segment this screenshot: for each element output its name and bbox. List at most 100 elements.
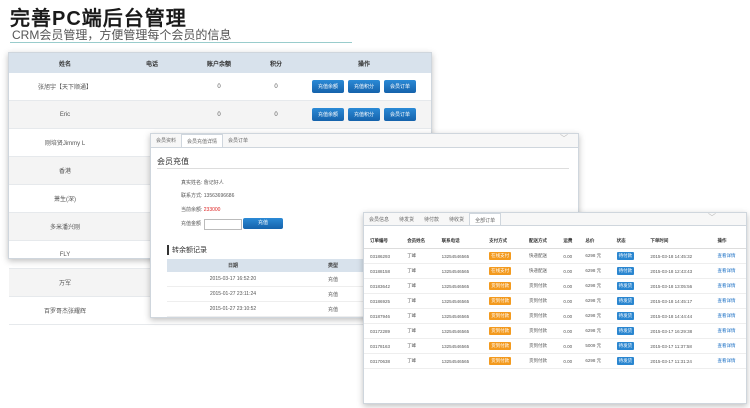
order-ship: 货到付款 bbox=[522, 278, 558, 294]
order-time: 2015-03-17 16:29:38 bbox=[644, 323, 712, 339]
order-pay: 货到付款 bbox=[483, 353, 523, 369]
view-detail-link[interactable]: 查看详情 bbox=[718, 253, 736, 258]
member-orders-button[interactable]: 会员订单 bbox=[384, 108, 417, 121]
table-row: 03172289 丁峰 13254546565 货到付款 货到付款 0.00 6298 元待… bbox=[364, 323, 746, 339]
order-col-3: 支付方式 bbox=[483, 234, 523, 249]
order-fee: 0.00 bbox=[557, 323, 580, 339]
order-name: 丁峰 bbox=[401, 338, 436, 354]
order-ship: 货到付款 bbox=[522, 323, 558, 339]
order-total: 6298 元 bbox=[579, 353, 611, 369]
order-fee: 0.00 bbox=[557, 293, 580, 309]
order-col-9: 操作 bbox=[711, 234, 746, 249]
order-time: 2015-03-18 14:45:32 bbox=[644, 248, 712, 264]
order-id: 03186925 bbox=[364, 293, 402, 309]
order-ship: 货到付款 bbox=[522, 353, 558, 369]
tab-member-profile[interactable]: 会员资料 bbox=[151, 134, 181, 147]
order-name: 丁峰 bbox=[401, 278, 436, 294]
order-col-2: 联系电话 bbox=[435, 234, 484, 249]
recharge-points-button[interactable]: 充值积分 bbox=[347, 108, 380, 121]
table-row: 03187946 丁峰 13254546565 货到付款 货到付款 0.00 6298 元待… bbox=[364, 308, 746, 324]
record-type: 充值 bbox=[299, 286, 367, 302]
member-name: 张旭宇【天下顺通】 bbox=[9, 73, 121, 101]
order-total: 6298 元 bbox=[579, 278, 611, 294]
order-name: 丁峰 bbox=[401, 248, 436, 264]
col-type: 类型 bbox=[299, 259, 367, 272]
balance-value: 233000 bbox=[203, 207, 221, 213]
col-date: 日期 bbox=[167, 259, 299, 272]
order-time: 2015-03-18 12:43:43 bbox=[644, 263, 712, 279]
status-badge: 待发货 bbox=[616, 357, 635, 365]
member-name: 香港 bbox=[9, 156, 121, 185]
col-points: 积分 bbox=[255, 53, 297, 73]
member-name: FLY bbox=[9, 240, 121, 269]
tab-recharge-detail[interactable]: 会员充值详情 bbox=[181, 134, 224, 147]
title-underline bbox=[10, 42, 352, 43]
table-row: 2015-01-27 23:10:52 充值 bbox=[167, 301, 367, 317]
order-id: 03187946 bbox=[364, 308, 402, 324]
recharge-balance-button[interactable]: 充值余额 bbox=[311, 108, 344, 121]
order-col-8: 下单时间 bbox=[644, 234, 712, 249]
order-phone: 13254546565 bbox=[435, 308, 484, 324]
table-row: 2015-01-27 23:11:24 充值 bbox=[167, 286, 367, 302]
order-op: 查看详情 bbox=[711, 248, 746, 264]
amount-label: 充值金额 bbox=[181, 221, 202, 227]
order-id: 03188158 bbox=[364, 263, 402, 279]
current-balance: 当前余额: 233000 bbox=[181, 206, 220, 213]
pay-badge: 货到付款 bbox=[489, 297, 512, 305]
order-col-1: 会员姓名 bbox=[401, 234, 436, 249]
view-detail-link[interactable]: 查看详情 bbox=[718, 268, 736, 273]
status-badge: 待发货 bbox=[616, 342, 635, 350]
amount-input[interactable] bbox=[204, 219, 242, 230]
view-detail-link[interactable]: 查看详情 bbox=[718, 328, 736, 333]
order-phone: 13254546565 bbox=[435, 323, 484, 339]
view-detail-link[interactable]: 查看详情 bbox=[718, 283, 736, 288]
table-row: 03170638 丁峰 13254546565 货到付款 货到付款 0.00 6298 元待… bbox=[364, 353, 746, 369]
order-status: 待付款 bbox=[610, 248, 645, 264]
page-subtitle: CRM会员管理，方便管理每个会员的信息 bbox=[12, 28, 232, 42]
order-phone: 13254546565 bbox=[435, 248, 484, 264]
record-date: 2015-03-17 16:52:20 bbox=[167, 272, 299, 287]
order-op: 查看详情 bbox=[711, 323, 746, 339]
order-pay: 货到付款 bbox=[483, 308, 523, 324]
tab-order-1[interactable]: 待发货 bbox=[394, 213, 419, 225]
order-op: 查看详情 bbox=[711, 353, 746, 369]
tab-order-3[interactable]: 待收货 bbox=[444, 213, 469, 225]
recharge-balance-button[interactable]: 充值余额 bbox=[311, 80, 344, 93]
pay-badge: 在线支付 bbox=[489, 267, 512, 275]
divider bbox=[157, 168, 569, 169]
balance-label: 当前余额: bbox=[181, 207, 203, 213]
view-detail-link[interactable]: 查看详情 bbox=[718, 358, 736, 363]
member-orders-button[interactable]: 会员订单 bbox=[384, 80, 417, 93]
recharge-points-button[interactable]: 充值积分 bbox=[347, 80, 380, 93]
pay-badge: 货到付款 bbox=[489, 327, 512, 335]
order-total: 6298 元 bbox=[579, 293, 611, 309]
order-col-0: 订单编号 bbox=[364, 234, 402, 249]
view-detail-link[interactable]: 查看详情 bbox=[718, 298, 736, 303]
record-title: 转余额记录 bbox=[167, 245, 207, 255]
recharge-submit-button[interactable]: 充值 bbox=[243, 218, 283, 229]
member-actions: 充值余额充值积分会员订单 bbox=[297, 73, 431, 101]
order-id: 03183642 bbox=[364, 278, 402, 294]
view-detail-link[interactable]: 查看详情 bbox=[718, 313, 736, 318]
order-pay: 货到付款 bbox=[483, 338, 523, 354]
order-tabs: 会员信息 待发货 待付款 待收货 全部订单 bbox=[364, 213, 746, 226]
view-detail-link[interactable]: 查看详情 bbox=[718, 343, 736, 348]
order-id: 03178163 bbox=[364, 338, 402, 354]
order-fee: 0.00 bbox=[557, 278, 580, 294]
order-ship: 货到付款 bbox=[522, 338, 558, 354]
tab-order-2[interactable]: 待付款 bbox=[419, 213, 444, 225]
order-pay: 在线支付 bbox=[483, 263, 523, 279]
order-op: 查看详情 bbox=[711, 278, 746, 294]
tab-order-4[interactable]: 全部订单 bbox=[469, 213, 502, 225]
collapse-icon[interactable]: ﹀ bbox=[560, 133, 568, 144]
order-name: 丁峰 bbox=[401, 308, 436, 324]
tab-order-0[interactable]: 会员信息 bbox=[364, 213, 394, 225]
order-phone: 13254546565 bbox=[435, 353, 484, 369]
member-actions: 充值余额充值积分会员订单 bbox=[297, 100, 431, 129]
collapse-icon[interactable]: ﹀ bbox=[708, 212, 716, 223]
real-name: 真实姓名: 詹记好人 bbox=[181, 180, 224, 186]
table-row: 03178163 丁峰 13254546565 货到付款 货到付款 0.00 5009 元待… bbox=[364, 338, 746, 354]
tab-member-orders[interactable]: 会员订单 bbox=[223, 134, 253, 147]
order-op: 查看详情 bbox=[711, 338, 746, 354]
order-id: 03172289 bbox=[364, 323, 402, 339]
